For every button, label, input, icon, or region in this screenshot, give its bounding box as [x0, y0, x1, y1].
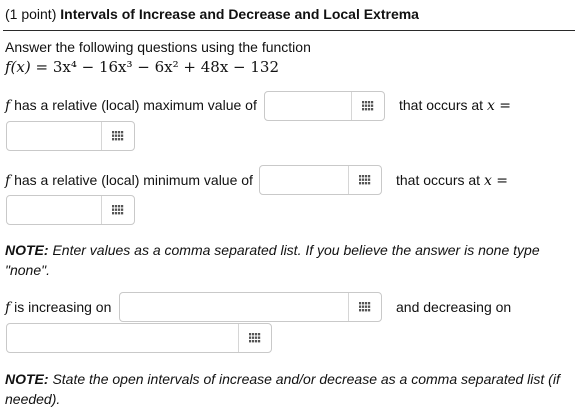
min-value-input[interactable]: [260, 166, 350, 194]
max-value-input[interactable]: [265, 92, 353, 120]
note-values-text: Enter values as a comma separated list. …: [5, 242, 540, 278]
grid-icon: [359, 175, 371, 185]
max-x-input[interactable]: [7, 122, 103, 150]
decreasing-input[interactable]: [7, 324, 240, 352]
min-question-label: f has a relative (local) minimum value o…: [5, 172, 253, 189]
function-definition: f(x) = 3x⁴ − 16x³ − 6x² + 48x − 132: [5, 58, 279, 76]
grid-icon: [112, 131, 124, 141]
max-occurs-text: that occurs at: [399, 97, 484, 113]
note-intervals-text: State the open intervals of increase and…: [5, 371, 560, 407]
max-value-field[interactable]: [264, 91, 385, 121]
decreasing-label: and decreasing on: [396, 299, 512, 315]
min-x-input[interactable]: [7, 196, 103, 224]
increasing-input[interactable]: [120, 293, 350, 321]
note-values: NOTE: Enter values as a comma separated …: [5, 240, 570, 280]
f-symbol: f: [5, 98, 11, 114]
increasing-grid-button[interactable]: [348, 293, 381, 321]
note-intervals-bold: NOTE:: [5, 371, 49, 387]
max-value-grid-button[interactable]: [351, 92, 384, 120]
increasing-field[interactable]: [119, 292, 382, 322]
problem-title: Intervals of Increase and Decrease and L…: [60, 6, 419, 22]
problem-header: (1 point) Intervals of Increase and Decr…: [5, 6, 419, 22]
grid-icon: [249, 333, 261, 343]
grid-icon: [362, 101, 374, 111]
min-x-grid-button[interactable]: [101, 196, 134, 224]
intro-text: Answer the following questions using the…: [5, 39, 311, 55]
max-x-field[interactable]: [6, 121, 135, 151]
max-x-eq: x =: [486, 98, 512, 114]
header-divider: [3, 30, 575, 31]
f-symbol: f: [5, 173, 11, 189]
min-value-field[interactable]: [259, 165, 382, 195]
max-x-grid-button[interactable]: [101, 122, 134, 150]
min-value-grid-button[interactable]: [348, 166, 381, 194]
note-values-bold: NOTE:: [5, 242, 49, 258]
grid-icon: [112, 205, 124, 215]
function-name: f(x): [5, 58, 31, 76]
increasing-question-label: f is increasing on: [5, 299, 111, 316]
max-question-label: f has a relative (local) maximum value o…: [5, 97, 257, 114]
max-occurs-label: that occurs at x =: [399, 97, 511, 114]
note-intervals: NOTE: State the open intervals of increa…: [5, 369, 570, 409]
min-x-field[interactable]: [6, 195, 135, 225]
decreasing-field[interactable]: [6, 323, 272, 353]
points-label: (1 point): [5, 6, 57, 22]
decreasing-grid-button[interactable]: [238, 324, 271, 352]
f-symbol: f: [5, 300, 11, 316]
grid-icon: [359, 302, 371, 312]
max-label: has a relative (local) maximum value of: [14, 97, 257, 113]
min-occurs-text: that occurs at: [396, 172, 481, 188]
increasing-label: is increasing on: [14, 299, 112, 315]
function-expression: = 3x⁴ − 16x³ − 6x² + 48x − 132: [35, 58, 280, 76]
min-label: has a relative (local) minimum value of: [14, 172, 253, 188]
min-occurs-label: that occurs at x =: [396, 172, 508, 189]
min-x-eq: x =: [483, 173, 509, 189]
